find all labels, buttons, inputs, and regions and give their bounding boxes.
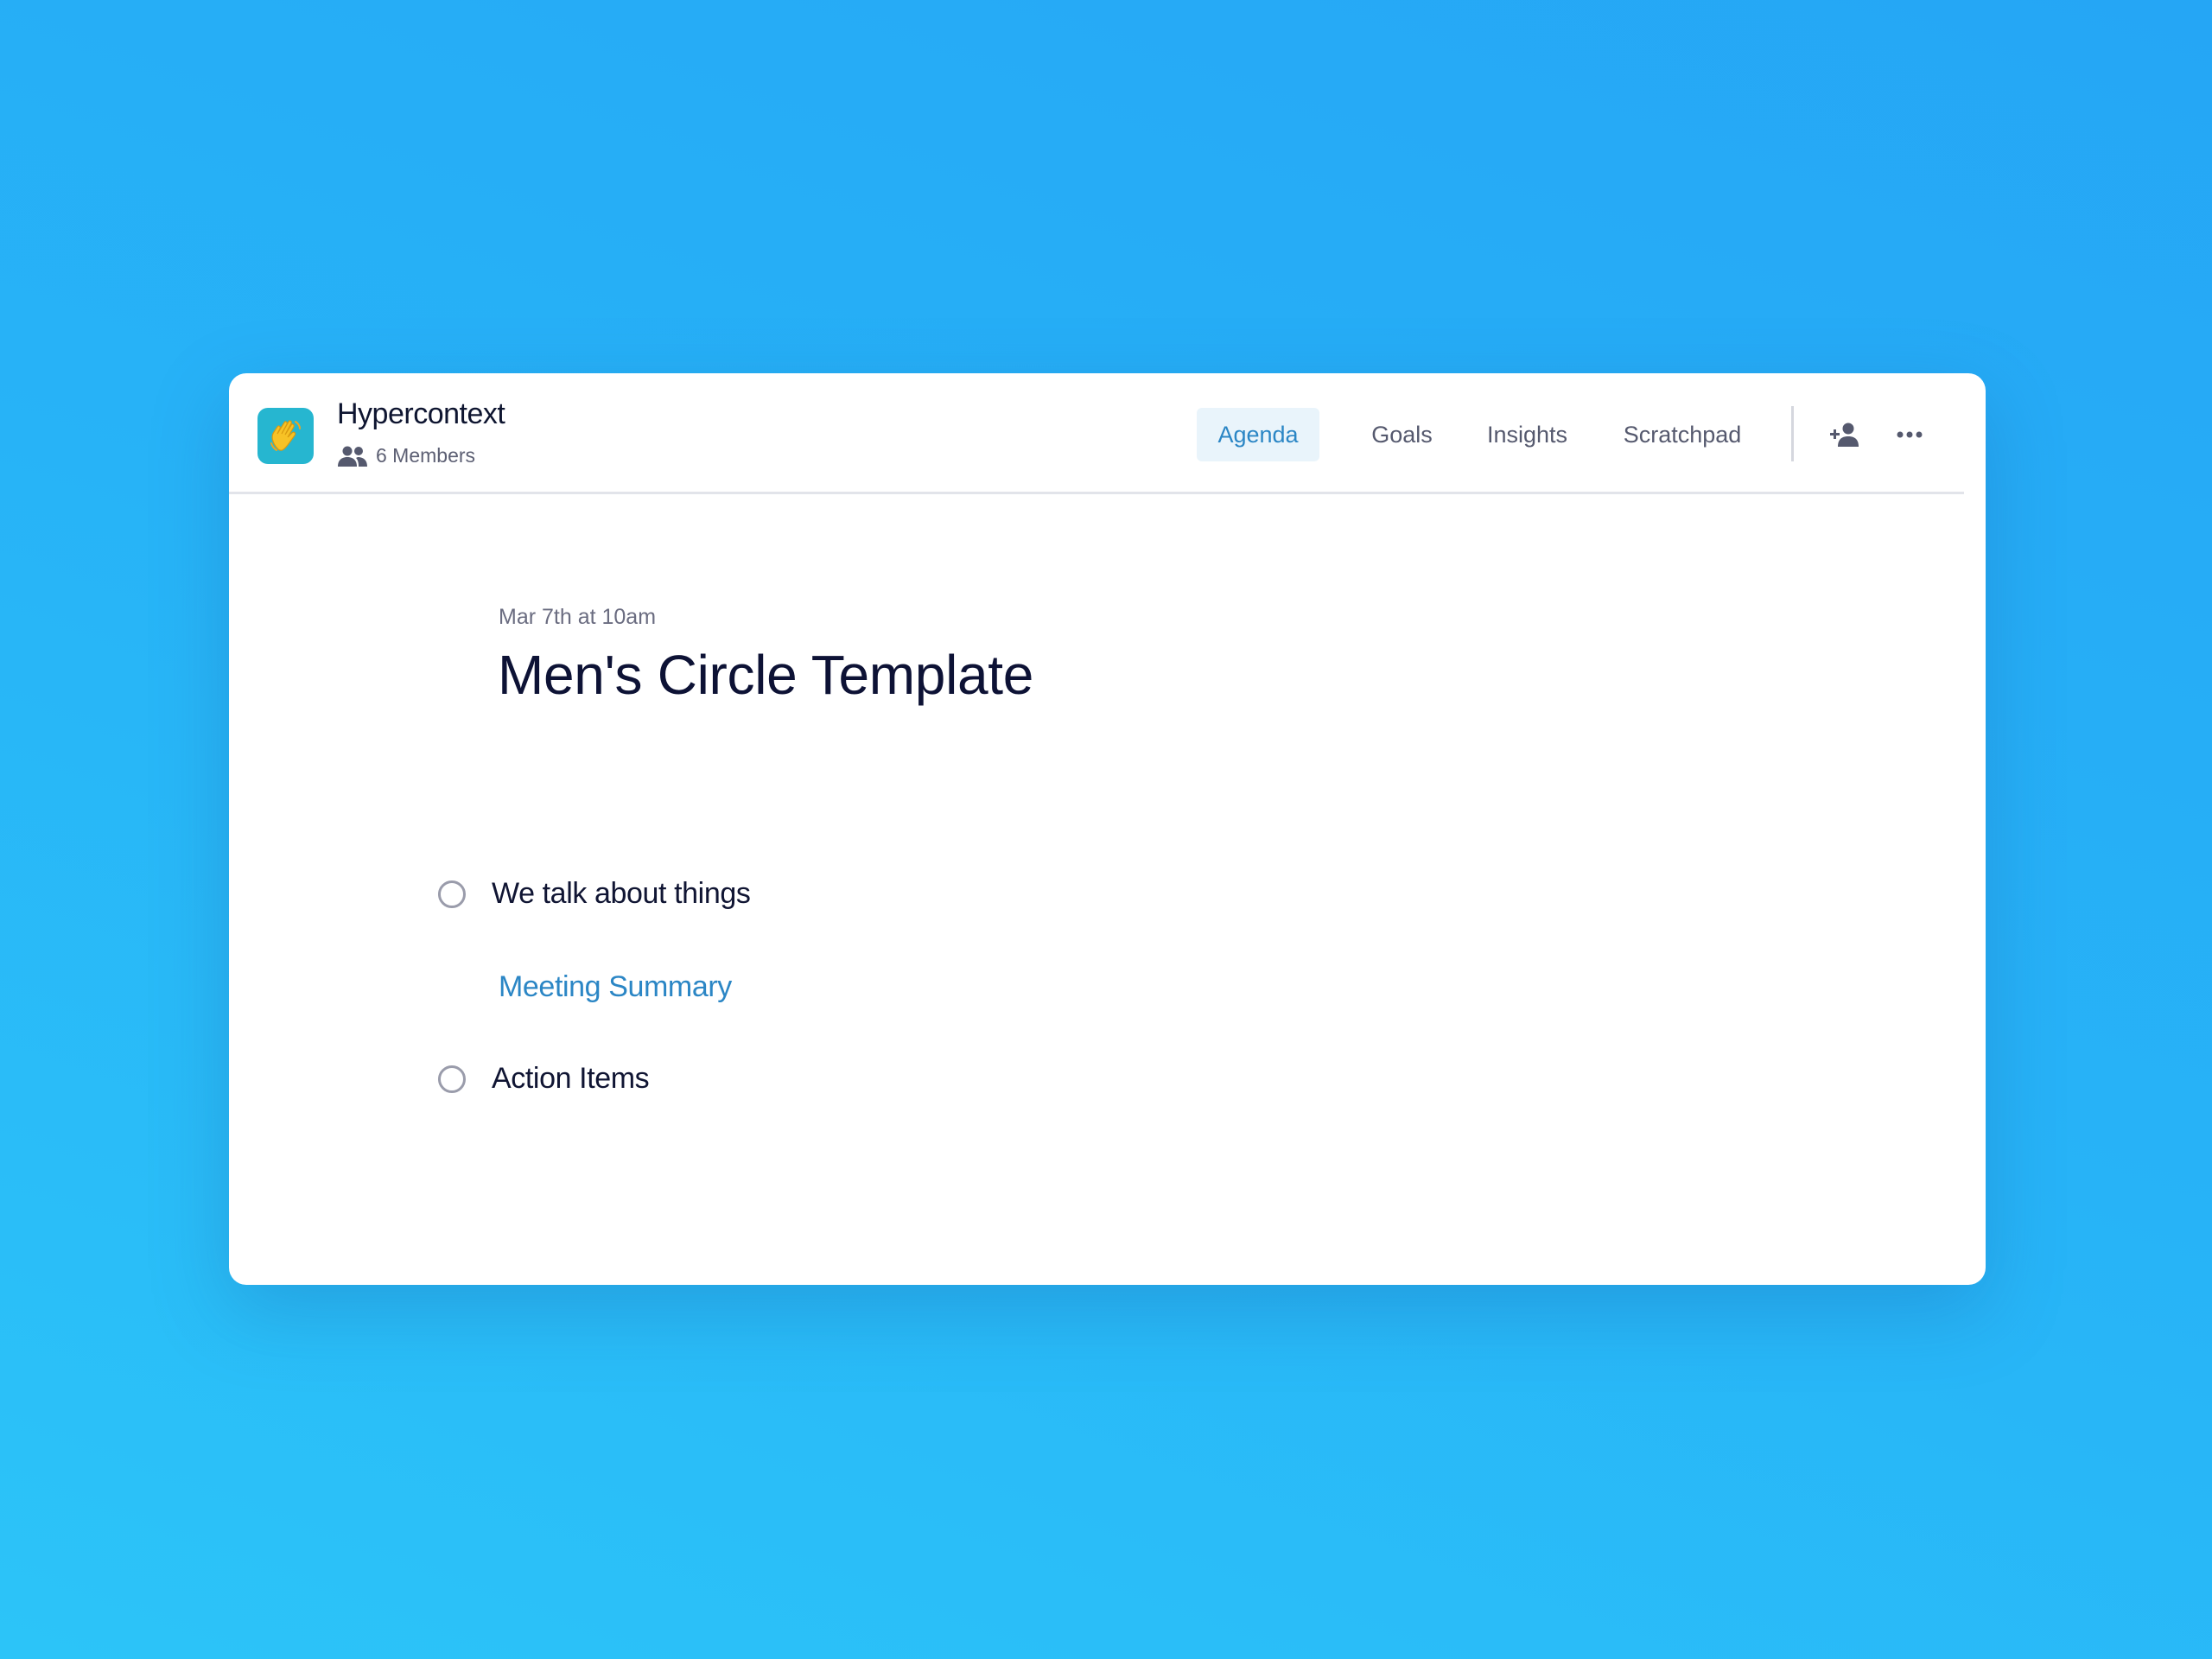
meeting-card: Hypercontext 6 Members Agenda Goals Insi…: [229, 373, 1986, 1285]
add-member-button[interactable]: [1823, 413, 1866, 456]
add-person-icon: [1830, 423, 1859, 447]
meeting-summary-link[interactable]: Meeting Summary: [499, 970, 732, 1004]
meeting-date: Mar 7th at 10am: [499, 605, 657, 629]
more-horizontal-icon: [1897, 431, 1923, 438]
header-divider: [1791, 406, 1794, 461]
agenda-item[interactable]: Action Items: [438, 1062, 650, 1096]
agenda-item[interactable]: We talk about things: [438, 877, 751, 911]
tab-goals[interactable]: Goals: [1361, 408, 1443, 461]
agenda-item-checkbox[interactable]: [438, 1065, 466, 1093]
agenda-item-checkbox[interactable]: [438, 880, 466, 908]
agenda-item-label: We talk about things: [492, 877, 751, 910]
meeting-tabs: Agenda Goals Insights Scratchpad: [229, 408, 1964, 461]
tab-agenda[interactable]: Agenda: [1197, 408, 1319, 461]
tab-scratchpad[interactable]: Scratchpad: [1613, 408, 1751, 461]
meeting-title[interactable]: Men's Circle Template: [498, 643, 1033, 707]
meeting-header: Hypercontext 6 Members Agenda Goals Insi…: [229, 373, 1964, 494]
tab-insights[interactable]: Insights: [1478, 408, 1577, 461]
agenda-item-label: Action Items: [492, 1062, 650, 1095]
more-options-button[interactable]: [1888, 413, 1931, 456]
